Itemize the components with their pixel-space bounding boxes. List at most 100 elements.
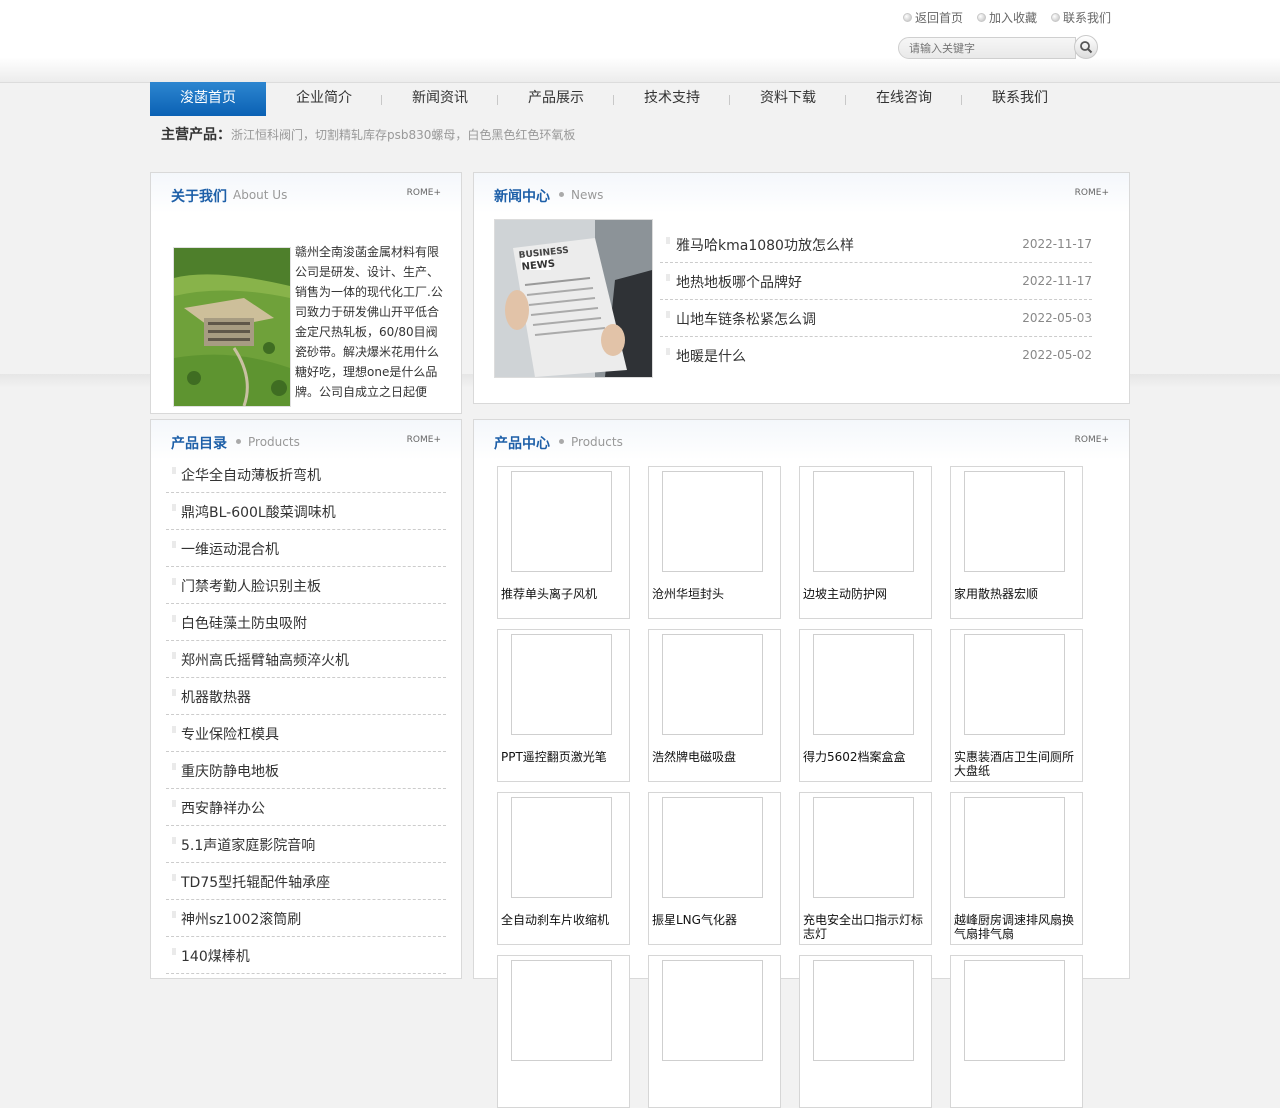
main-nav: 浚菡首页 企业简介 新闻资讯 产品展示 技术支持 资料下载 在线咨询 联系我们 [150, 82, 1078, 116]
bullet-icon [903, 13, 912, 22]
nav-downloads[interactable]: 资料下载 [730, 82, 846, 116]
product-card[interactable] [497, 955, 630, 1108]
product-card[interactable]: 得力5602档案盒盒 [799, 629, 932, 782]
product-card[interactable]: 越峰厨房调速排风扇换气扇排气扇 [950, 792, 1083, 945]
catalog-item: 西安静祥办公 [166, 790, 446, 826]
catalog-item-link[interactable]: 门禁考勤人脸识别主板 [181, 576, 321, 596]
bullet-icon [172, 763, 176, 770]
nav-support[interactable]: 技术支持 [614, 82, 730, 116]
catalog-item-link[interactable]: 重庆防静电地板 [181, 761, 279, 781]
product-thumbnail [813, 471, 914, 572]
bullet-icon [172, 578, 176, 585]
catalog-item-link[interactable]: 郑州高氏摇臂轴高频淬火机 [181, 650, 349, 670]
product-thumbnail [813, 634, 914, 735]
bullet-icon [172, 504, 176, 511]
news-item: 山地车链条松紧怎么调 2022-05-03 [660, 301, 1092, 337]
products-more-link[interactable]: ROME+ [1075, 435, 1109, 445]
product-card[interactable]: 边坡主动防护网 [799, 466, 932, 619]
product-thumbnail [964, 471, 1065, 572]
bullet-icon [666, 311, 670, 318]
catalog-item-link[interactable]: 企华全自动薄板折弯机 [181, 465, 321, 485]
catalog-item-link[interactable]: 白色硅藻土防虫吸附 [181, 613, 307, 633]
news-item-title[interactable]: 山地车链条松紧怎么调 [676, 309, 816, 329]
top-link-home[interactable]: 返回首页 [903, 9, 963, 26]
product-thumbnail [511, 471, 612, 572]
catalog-item-link[interactable]: 5.1声道家庭影院音响 [181, 835, 315, 855]
nav-consult[interactable]: 在线咨询 [846, 82, 962, 116]
catalog-title: 产品目录 [171, 436, 227, 452]
catalog-item: 鼎鸿BL-600L酸菜调味机 [166, 494, 446, 530]
about-more-link[interactable]: ROME+ [407, 188, 441, 198]
catalog-item-link[interactable]: 一维运动混合机 [181, 539, 279, 559]
search-button[interactable] [1074, 35, 1098, 59]
catalog-item-link[interactable]: 鼎鸿BL-600L酸菜调味机 [181, 502, 336, 522]
nav-products[interactable]: 产品展示 [498, 82, 614, 116]
product-card[interactable]: 振星LNG气化器 [648, 792, 781, 945]
catalog-item: 专业保险杠模具 [166, 716, 446, 752]
news-item-date: 2022-05-03 [1022, 311, 1092, 325]
company-photo [173, 247, 291, 407]
top-link-bookmark[interactable]: 加入收藏 [977, 9, 1037, 26]
about-subtitle-wrap: About Us [233, 188, 287, 208]
catalog-item-link[interactable]: TD75型托辊配件轴承座 [181, 872, 330, 892]
bullet-icon [172, 911, 176, 918]
product-name: PPT遥控翻页激光笔 [501, 750, 607, 764]
top-link-contact[interactable]: 联系我们 [1051, 9, 1111, 26]
catalog-item: 郑州高氏摇臂轴高频淬火机 [166, 642, 446, 678]
catalog-item-link[interactable]: 专业保险杠模具 [181, 724, 279, 744]
catalog-item-link[interactable]: 神州sz1002滚筒刷 [181, 909, 301, 929]
product-thumbnail [511, 960, 612, 1061]
product-name: 实惠装酒店卫生间厕所大盘纸 [954, 750, 1075, 778]
product-card[interactable]: PPT遥控翻页激光笔 [497, 629, 630, 782]
nav-news[interactable]: 新闻资讯 [382, 82, 498, 116]
search-input[interactable] [898, 37, 1076, 59]
about-description: 赣州全南浚菡金属材料有限公司是研发、设计、生产、销售为一体的现代化工厂.公司致力… [295, 245, 443, 399]
product-card[interactable] [799, 955, 932, 1108]
nav-about[interactable]: 企业简介 [266, 82, 382, 116]
news-more-link[interactable]: ROME+ [1075, 188, 1109, 198]
news-item-title[interactable]: 地暖是什么 [676, 346, 746, 366]
products-subtitle-wrap: Products [552, 435, 623, 449]
catalog-item: 机器散热器 [166, 679, 446, 715]
news-item-date: 2022-05-02 [1022, 348, 1092, 362]
product-card[interactable]: 实惠装酒店卫生间厕所大盘纸 [950, 629, 1083, 782]
product-name: 振星LNG气化器 [652, 913, 737, 927]
product-card[interactable]: 充电安全出口指示灯标志灯 [799, 792, 932, 945]
top-links: 返回首页 加入收藏 联系我们 [903, 9, 1111, 26]
catalog-item: 5.1声道家庭影院音响 [166, 827, 446, 863]
nav-home[interactable]: 浚菡首页 [150, 82, 266, 116]
news-item-title[interactable]: 地热地板哪个品牌好 [676, 272, 802, 292]
news-item: 雅马哈kma1080功放怎么样 2022-11-17 [660, 227, 1092, 263]
catalog-item-link[interactable]: 西安静祥办公 [181, 798, 265, 818]
bullet-icon [666, 237, 670, 244]
product-card[interactable]: 家用散热器宏顺 [950, 466, 1083, 619]
catalog-list: 企华全自动薄板折弯机 鼎鸿BL-600L酸菜调味机 一维运动混合机 门禁考勤人脸… [166, 457, 446, 975]
product-card[interactable]: 推荐单头离子风机 [497, 466, 630, 619]
about-subtitle: About Us [233, 188, 288, 202]
catalog-item: 神州sz1002滚筒刷 [166, 901, 446, 937]
product-card[interactable] [648, 955, 781, 1108]
product-name: 沧州华垣封头 [652, 587, 725, 601]
catalog-item-link[interactable]: 机器散热器 [181, 687, 251, 707]
product-thumbnail [662, 797, 763, 898]
products-title: 产品中心 [494, 436, 550, 452]
catalog-item-link[interactable]: 140煤棒机 [181, 946, 250, 966]
bullet-icon [559, 439, 564, 444]
bullet-icon [172, 948, 176, 955]
bullet-icon [172, 800, 176, 807]
news-item-title[interactable]: 雅马哈kma1080功放怎么样 [676, 235, 854, 255]
product-card[interactable]: 全自动刹车片收缩机 [497, 792, 630, 945]
news-title: 新闻中心 [494, 189, 550, 205]
search-icon [1080, 41, 1093, 54]
nav-contact[interactable]: 联系我们 [962, 82, 1078, 116]
product-card[interactable]: 浩然牌电磁吸盘 [648, 629, 781, 782]
product-card[interactable]: 沧州华垣封头 [648, 466, 781, 619]
news-item: 地暖是什么 2022-05-02 [660, 338, 1092, 373]
product-card[interactable] [950, 955, 1083, 1108]
products-panel: 产品中心 Products ROME+ 推荐单头离子风机 沧州华垣封头 边坡主动… [473, 419, 1130, 1108]
bullet-icon [666, 348, 670, 355]
about-header: 关于我们 About Us ROME+ [151, 173, 461, 213]
about-panel: 关于我们 About Us ROME+ 赣州全南浚菡金属材料有限公司是研发、设计… [150, 172, 462, 414]
bullet-icon [172, 689, 176, 696]
catalog-more-link[interactable]: ROME+ [407, 435, 441, 445]
